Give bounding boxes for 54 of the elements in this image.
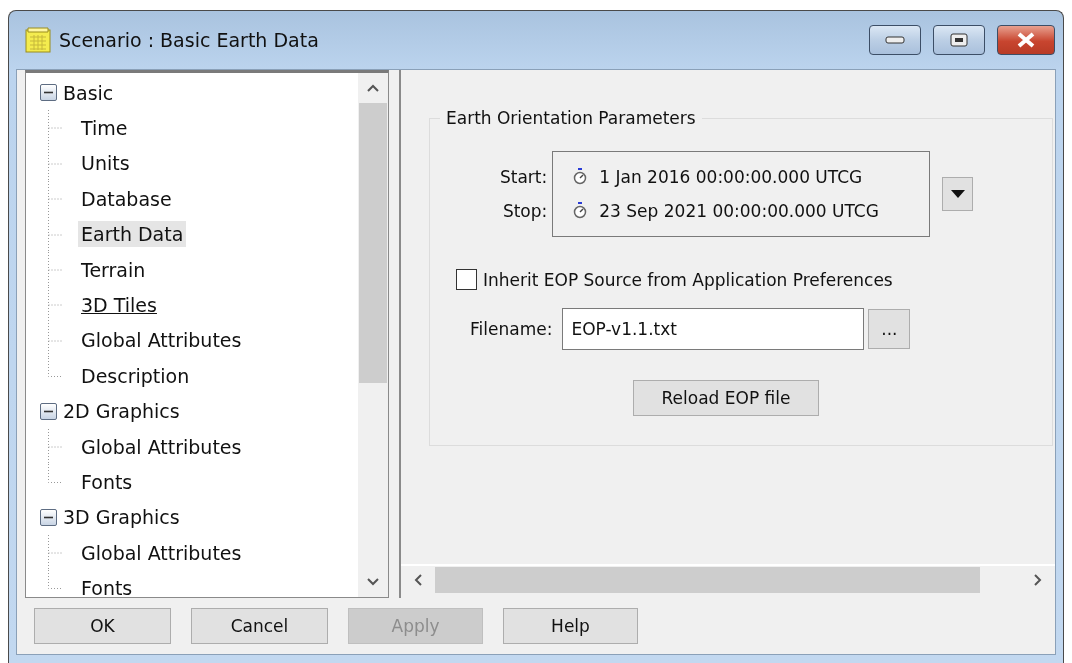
horizontal-scrollbar[interactable] — [401, 564, 1055, 594]
tree-item[interactable]: Earth Data — [78, 221, 187, 248]
tree-connector-line — [48, 216, 62, 253]
dialog-button[interactable]: OK — [34, 608, 171, 644]
tree-item[interactable]: Global Attributes — [78, 539, 245, 566]
dialog-button[interactable]: Help — [503, 608, 638, 644]
tree-item[interactable]: Units — [78, 150, 133, 177]
collapse-icon[interactable] — [40, 84, 57, 102]
tree-connector-line — [48, 110, 62, 147]
reload-button[interactable]: Reload EOP file — [633, 380, 819, 416]
dialog-button[interactable]: Cancel — [191, 608, 328, 644]
close-button[interactable] — [997, 25, 1055, 55]
stopwatch-icon — [573, 202, 588, 220]
scrollbar-thumb[interactable] — [435, 567, 980, 593]
tree-connector-line — [48, 287, 62, 324]
tree-item[interactable]: 2D Graphics — [63, 400, 180, 423]
tree-connector-line — [48, 145, 62, 182]
vertical-scrollbar[interactable] — [358, 73, 388, 597]
field-label: Filename: — [470, 319, 553, 339]
tree-item[interactable]: Time — [78, 115, 131, 142]
tree-item[interactable]: Description — [78, 362, 193, 389]
time-label: Stop: — [502, 201, 548, 221]
time-label: Start: — [500, 167, 548, 187]
scrollbar-thumb[interactable] — [359, 103, 387, 383]
stopwatch-icon — [573, 168, 588, 186]
maximize-icon — [950, 33, 968, 47]
collapse-icon[interactable] — [40, 508, 57, 526]
browse-button[interactable]: ... — [868, 309, 911, 349]
tree-item[interactable]: Fonts — [78, 575, 136, 597]
caret-icon — [950, 190, 965, 198]
maximize-button[interactable] — [933, 25, 985, 55]
collapse-icon[interactable] — [40, 402, 57, 420]
minimize-icon — [885, 36, 905, 44]
dropdown-button[interactable] — [942, 177, 974, 211]
checkbox-label: Inherit EOP Source from Application Preferences — [483, 269, 893, 290]
tree-item[interactable]: Basic — [63, 81, 114, 104]
tree-connector-line — [48, 181, 62, 218]
filename-field[interactable]: EOP-v1.1.txt — [562, 308, 865, 350]
notepad-icon — [25, 27, 51, 53]
window-title: Scenario : Basic Earth Data — [59, 29, 320, 51]
time-value: 23 Sep 2021 00:00:00.000 UTCG — [599, 201, 879, 221]
minimize-button[interactable] — [869, 25, 921, 55]
tree-connector-line — [48, 251, 62, 288]
tree-item[interactable]: 3D Graphics — [63, 506, 180, 529]
time-range-field[interactable]: 1 Jan 2016 00:00:00.000 UTCG 23 Sep 2021 00:00:00.000 UTCG — [552, 151, 931, 237]
tree-item[interactable]: Global Attributes — [78, 433, 245, 460]
time-value: 1 Jan 2016 00:00:00.000 UTCG — [599, 167, 863, 187]
tree-item[interactable]: Database — [78, 185, 175, 212]
checkbox[interactable] — [456, 269, 477, 290]
tree-item[interactable]: Terrain — [78, 256, 149, 283]
tree-item[interactable]: Global Attributes — [78, 327, 245, 354]
tree-item[interactable]: Fonts — [78, 469, 136, 495]
tree-item[interactable]: 3D Tiles — [78, 292, 160, 319]
close-icon — [1016, 32, 1036, 48]
